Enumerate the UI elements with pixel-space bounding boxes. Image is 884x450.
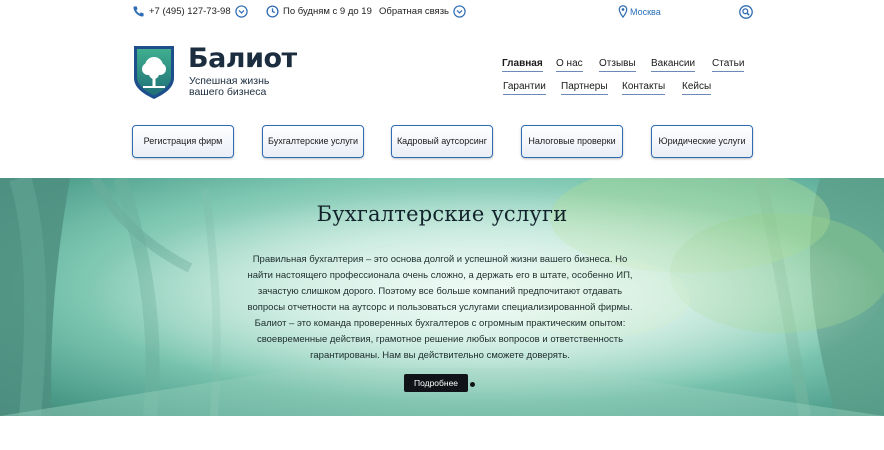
nav-link-guarantees[interactable]: Гарантии: [503, 81, 546, 95]
clock-icon: [266, 5, 279, 18]
nav-link-about[interactable]: О нас: [556, 58, 583, 72]
callback-link[interactable]: Обратная связь: [379, 5, 466, 18]
nav-link-articles[interactable]: Статьи: [712, 58, 745, 72]
work-hours-text: По будням с 9 до 19: [283, 6, 372, 17]
service-button-registration[interactable]: Регистрация фирм: [132, 125, 234, 158]
service-button-tax-audits[interactable]: Налоговые проверки: [521, 125, 623, 158]
nav-link-partners[interactable]: Партнеры: [561, 81, 608, 95]
location-pin-icon: [618, 5, 628, 18]
nav-link-home[interactable]: Главная: [502, 58, 543, 72]
phone-contact[interactable]: +7 (495) 127-73-98: [132, 5, 248, 18]
phone-icon: [133, 6, 144, 17]
chevron-down-icon[interactable]: [234, 5, 248, 18]
more-button[interactable]: Подробнее: [404, 374, 468, 392]
nav-link-cases[interactable]: Кейсы: [682, 81, 712, 95]
tree-shield-logo[interactable]: [132, 44, 176, 100]
city-label[interactable]: Москва: [630, 7, 661, 17]
nav-link-contacts[interactable]: Контакты: [622, 81, 666, 95]
callback-label[interactable]: Обратная связь: [379, 6, 449, 17]
hero-banner: Бухгалтерские услуги Правильная бухгалте…: [0, 178, 884, 416]
top-bar: +7 (495) 127-73-98 По будням с 9 до 19 О…: [0, 0, 884, 28]
service-button-hr-outsourcing[interactable]: Кадровый аутсорсинг: [391, 125, 493, 158]
service-button-legal[interactable]: Юридические услуги: [651, 125, 753, 158]
phone-number[interactable]: +7 (495) 127-73-98: [149, 6, 231, 17]
hero-description: Правильная бухгалтерия – это основа долг…: [247, 254, 633, 361]
city-selector[interactable]: Москва: [618, 5, 661, 18]
service-button-accounting[interactable]: Бухгалтерские услуги: [262, 125, 364, 158]
slider-dot[interactable]: [470, 382, 475, 387]
search-button[interactable]: [739, 5, 753, 19]
search-icon[interactable]: [739, 5, 753, 19]
nav-link-vacancies[interactable]: Вакансии: [651, 58, 696, 72]
brand-tagline: Успешная жизнь вашего бизнеса: [189, 75, 270, 98]
hero-title: Бухгалтерские услуги: [316, 202, 568, 226]
work-hours: По будням с 9 до 19: [266, 5, 372, 18]
brand-name: Балиот: [188, 43, 297, 74]
chevron-down-icon[interactable]: [453, 5, 466, 18]
nav-link-reviews[interactable]: Отзывы: [599, 58, 636, 72]
